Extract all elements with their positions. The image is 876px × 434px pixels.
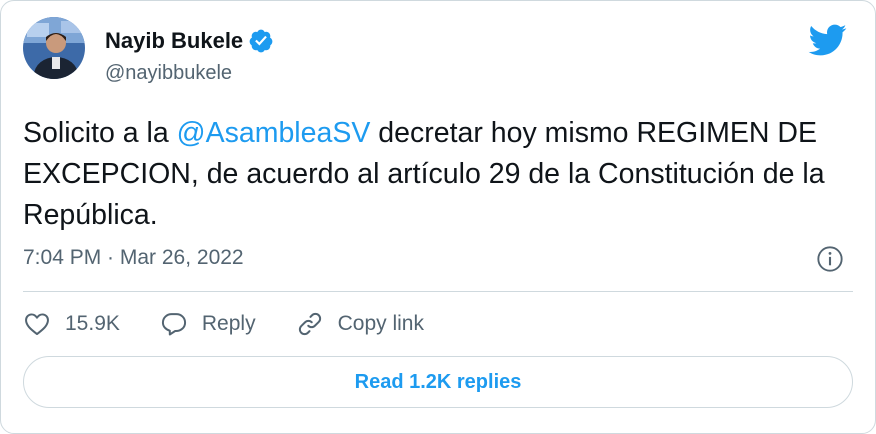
read-replies-button[interactable]: Read 1.2K replies (23, 356, 853, 408)
tweet-card[interactable]: Nayib Bukele @nayibbukele Solicito a la … (0, 0, 876, 434)
copy-link-label: Copy link (337, 312, 424, 335)
tweet-text: Solicito a la @AsambleaSV decretar hoy m… (23, 113, 853, 236)
like-count: 15.9K (65, 312, 120, 335)
twitter-bird-icon[interactable] (807, 23, 847, 57)
reply-label: Reply (201, 312, 256, 335)
reply-button[interactable]: Reply (160, 310, 256, 338)
verified-badge-icon (249, 29, 273, 53)
action-bar: 15.9K Reply Copy link (23, 306, 464, 342)
author-name-row: Nayib Bukele (105, 28, 274, 54)
copy-link-button[interactable]: Copy link (296, 310, 424, 338)
heart-icon (25, 313, 49, 336)
author-name[interactable]: Nayib Bukele (105, 28, 243, 54)
mention-link[interactable]: @AsambleaSV (177, 117, 371, 149)
profile-photo-icon (23, 17, 85, 79)
info-icon[interactable] (816, 245, 844, 273)
link-icon (298, 312, 321, 336)
avatar[interactable] (23, 17, 85, 79)
like-button[interactable]: 15.9K (23, 310, 120, 338)
author-handle[interactable]: @nayibbukele (105, 62, 232, 85)
speech-bubble-icon (161, 313, 186, 336)
tweet-text-start: Solicito a la (23, 117, 177, 149)
divider (23, 291, 853, 292)
tweet-timestamp[interactable]: 7:04 PM · Mar 26, 2022 (23, 246, 244, 270)
